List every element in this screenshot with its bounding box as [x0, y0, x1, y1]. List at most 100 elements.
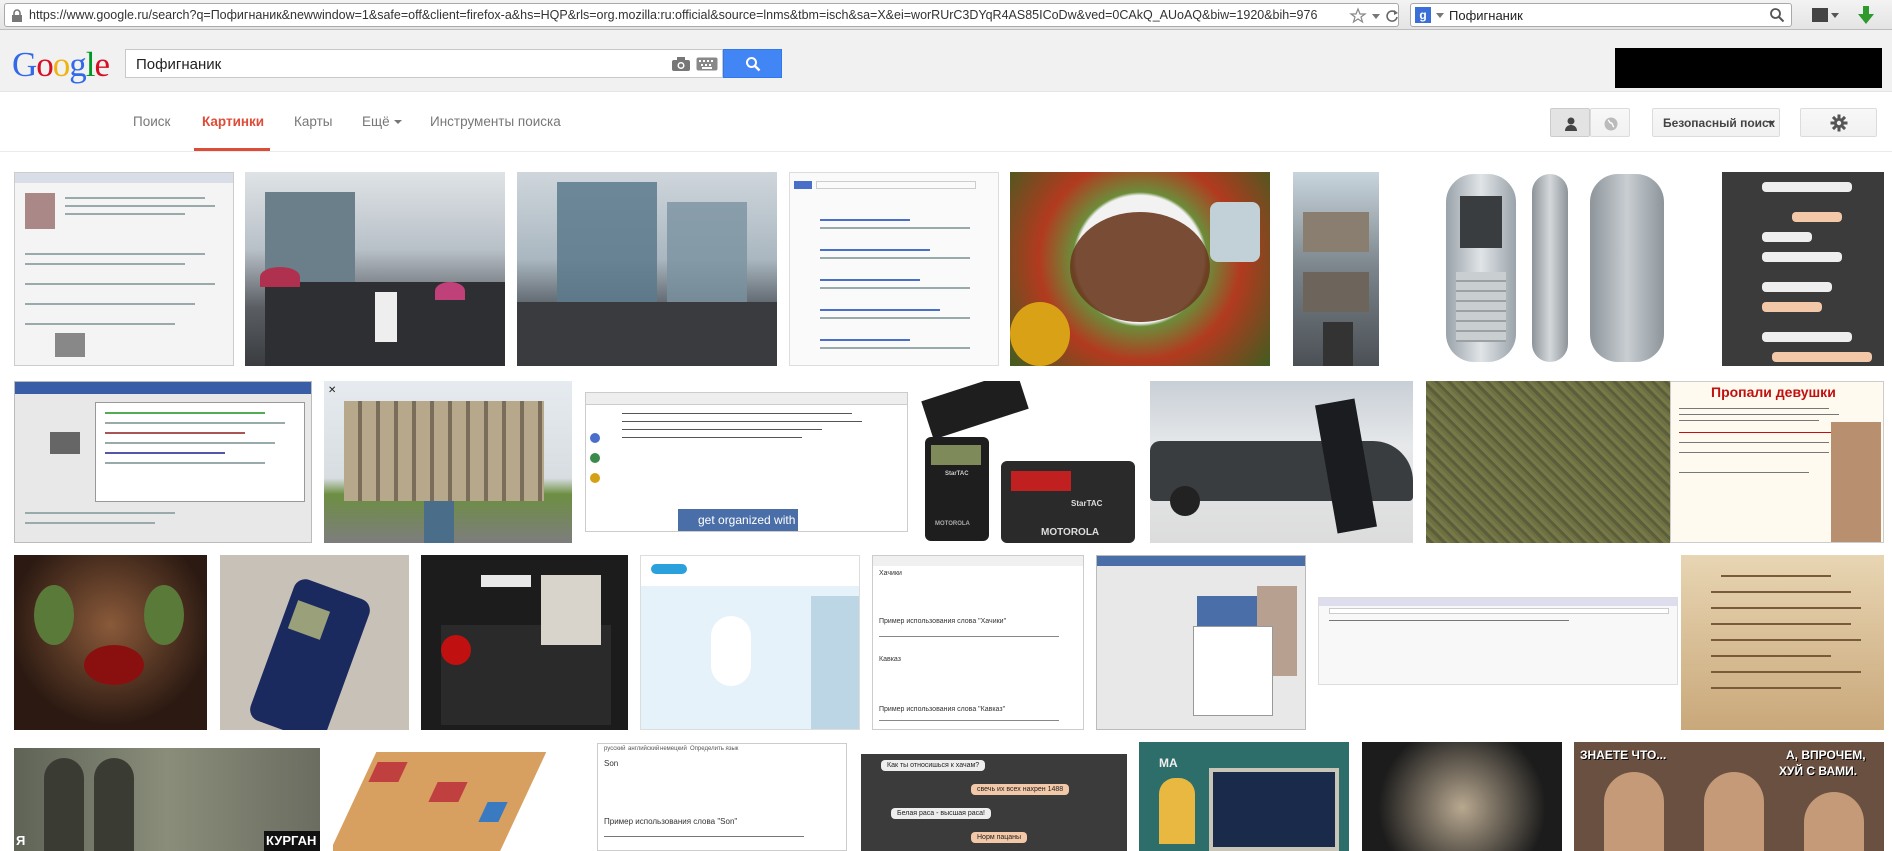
- image-result-browser-window[interactable]: [1318, 597, 1678, 685]
- chat-bubble: свечь их всех нахрен 1488: [971, 784, 1070, 795]
- translator-tab: английский: [628, 746, 660, 752]
- image-result-code-editor[interactable]: [14, 381, 312, 543]
- engine-dropdown-icon[interactable]: [1435, 7, 1445, 23]
- translator-example: Пример использования слова "Хачики": [879, 618, 1007, 625]
- image-result-predator[interactable]: [14, 555, 207, 730]
- translator-word: Son: [604, 759, 619, 768]
- astrid-banner-text: get organized with astrid: [698, 513, 829, 527]
- search-icon[interactable]: [1769, 7, 1785, 23]
- image-result-shashlik[interactable]: [1010, 172, 1270, 366]
- missing-title: Пропали девушки: [1711, 384, 1836, 400]
- tab-images[interactable]: Картинки: [202, 114, 264, 129]
- translator-example: Пример использования слова "Son": [604, 817, 738, 826]
- image-result-kurgan[interactable]: КУРГАН Я: [14, 748, 320, 851]
- image-result-building-street[interactable]: ✕: [324, 381, 572, 543]
- tab-more[interactable]: Ещё: [362, 114, 402, 129]
- active-tab-indicator: [194, 148, 270, 151]
- motorola-label-large: MOTOROLA: [1041, 527, 1100, 538]
- image-result-missing-poster[interactable]: Пропали девушки: [1670, 381, 1884, 543]
- globe-icon: [1604, 117, 1618, 131]
- image-result-astrid-editor[interactable]: get organized with astrid: [585, 392, 908, 532]
- search-button[interactable]: [723, 49, 782, 78]
- keyboard-icon[interactable]: [696, 57, 718, 71]
- startac-label-large: StarTAC: [1071, 499, 1103, 508]
- ma-caption: MA: [1159, 756, 1178, 770]
- address-bar[interactable]: https://www.google.ru/search?q=Пофигнани…: [4, 3, 1399, 27]
- google-header: Google Пофигнаник: [0, 30, 1892, 92]
- bookmark-star-icon[interactable]: [1349, 7, 1367, 25]
- image-result-translator-1[interactable]: Хачики Пример использования слова "Хачик…: [872, 555, 1084, 730]
- image-result-crowd-rain[interactable]: [245, 172, 505, 366]
- logo-letter: o: [52, 45, 70, 84]
- camera-icon[interactable]: [671, 56, 691, 72]
- url-text[interactable]: https://www.google.ru/search?q=Пофигнани…: [29, 8, 1329, 22]
- image-result-chat-bubbles[interactable]: Как ты относишься к хачам? свечь их всех…: [861, 754, 1127, 851]
- chat-bubble: Белая раса - высшая раса!: [891, 808, 991, 819]
- image-result-skype-screenshot[interactable]: [640, 555, 860, 730]
- safe-search-label: Безопасный поиск: [1663, 116, 1775, 130]
- chat-bubble: Норм пацаны: [971, 832, 1028, 843]
- lock-icon: [12, 9, 22, 22]
- translator-example: Пример использования слова "Кавказ": [879, 706, 1006, 713]
- tab-search[interactable]: Поиск: [133, 114, 170, 129]
- browser-search-bar[interactable]: g Пофигнаник: [1410, 3, 1792, 27]
- gear-icon: [1830, 114, 1848, 132]
- image-result-search-screenshot[interactable]: [789, 172, 999, 366]
- image-result-vk-screenshot[interactable]: [1096, 555, 1306, 730]
- google-engine-icon[interactable]: g: [1415, 7, 1431, 23]
- settings-button[interactable]: [1800, 108, 1877, 137]
- image-result-floorplan[interactable]: [333, 742, 546, 851]
- search-tabs: Поиск Картинки Карты Ещё Инструменты пои…: [0, 92, 1892, 152]
- search-icon: [746, 57, 761, 72]
- tab-search-tools[interactable]: Инструменты поиска: [430, 114, 561, 129]
- logo-letter: o: [36, 45, 53, 84]
- safe-search-dropdown[interactable]: Безопасный поиск: [1652, 108, 1780, 137]
- google-logo[interactable]: Google: [12, 45, 111, 84]
- logo-letter: e: [94, 45, 111, 84]
- logo-letter: l: [85, 45, 96, 84]
- browser-toolbar: https://www.google.ru/search?q=Пофигнани…: [0, 0, 1892, 30]
- tab-more-label: Ещё: [362, 114, 390, 129]
- image-result-balcony[interactable]: [1293, 172, 1379, 366]
- browser-search-value[interactable]: Пофигнаник: [1449, 8, 1523, 23]
- translator-tab: Определить язык: [690, 746, 739, 752]
- image-result-building-crowd[interactable]: [517, 172, 777, 366]
- kurgan-caption: КУРГАН: [266, 833, 317, 848]
- meme-caption-right-2: ХУЙ С ВАМИ.: [1779, 764, 1858, 778]
- translator-tab: немецкий: [660, 746, 687, 752]
- image-result-siemens-phone[interactable]: [1440, 172, 1670, 366]
- person-icon: [1565, 117, 1577, 131]
- search-input[interactable]: Пофигнаник: [125, 49, 723, 78]
- image-result-receipt[interactable]: [1681, 555, 1884, 730]
- extension-icon[interactable]: [1810, 5, 1840, 25]
- personal-results-button[interactable]: [1550, 108, 1590, 137]
- motorola-label: MOTOROLA: [935, 521, 970, 527]
- close-icon[interactable]: ✕: [328, 385, 338, 396]
- image-result-burnt-car[interactable]: [1362, 742, 1562, 851]
- global-results-button[interactable]: [1590, 108, 1630, 137]
- history-dropdown-icon[interactable]: [1371, 7, 1381, 25]
- account-area-redacted: [1615, 48, 1882, 88]
- image-result-translator-2[interactable]: русский английский немецкий Определить я…: [597, 743, 847, 851]
- image-result-crashed-car[interactable]: [1150, 381, 1413, 543]
- image-result-chat-dark[interactable]: [1722, 172, 1884, 366]
- translator-word: Кавказ: [879, 656, 901, 663]
- logo-letter: G: [12, 45, 37, 84]
- translator-word: Хачики: [879, 570, 902, 577]
- download-arrow-icon[interactable]: [1855, 4, 1877, 26]
- image-result-noise-texture[interactable]: [1426, 381, 1670, 543]
- image-result-motorola-startac[interactable]: StarTAC StarTAC MOTOROLA MOTOROLA: [921, 381, 1138, 543]
- image-result-phone-battery[interactable]: [421, 555, 628, 730]
- image-result-forum-screenshot[interactable]: [14, 172, 234, 366]
- chevron-down-icon: [1767, 121, 1775, 125]
- image-result-nokia-phone[interactable]: [220, 555, 409, 730]
- tab-maps[interactable]: Карты: [294, 114, 332, 129]
- reload-icon[interactable]: [1384, 7, 1400, 25]
- startac-label: StarTAC: [945, 471, 969, 477]
- chat-bubble: Как ты относишься к хачам?: [881, 760, 986, 771]
- search-query[interactable]: Пофигнаник: [136, 56, 221, 73]
- chevron-down-icon: [393, 120, 402, 125]
- image-result-cartoon-tv[interactable]: MA: [1139, 742, 1349, 851]
- translator-tab: русский: [604, 746, 626, 752]
- image-result-meme[interactable]: ЗНАЕТЕ ЧТО... А, ВПРОЧЕМ, ХУЙ С ВАМИ.: [1574, 742, 1884, 851]
